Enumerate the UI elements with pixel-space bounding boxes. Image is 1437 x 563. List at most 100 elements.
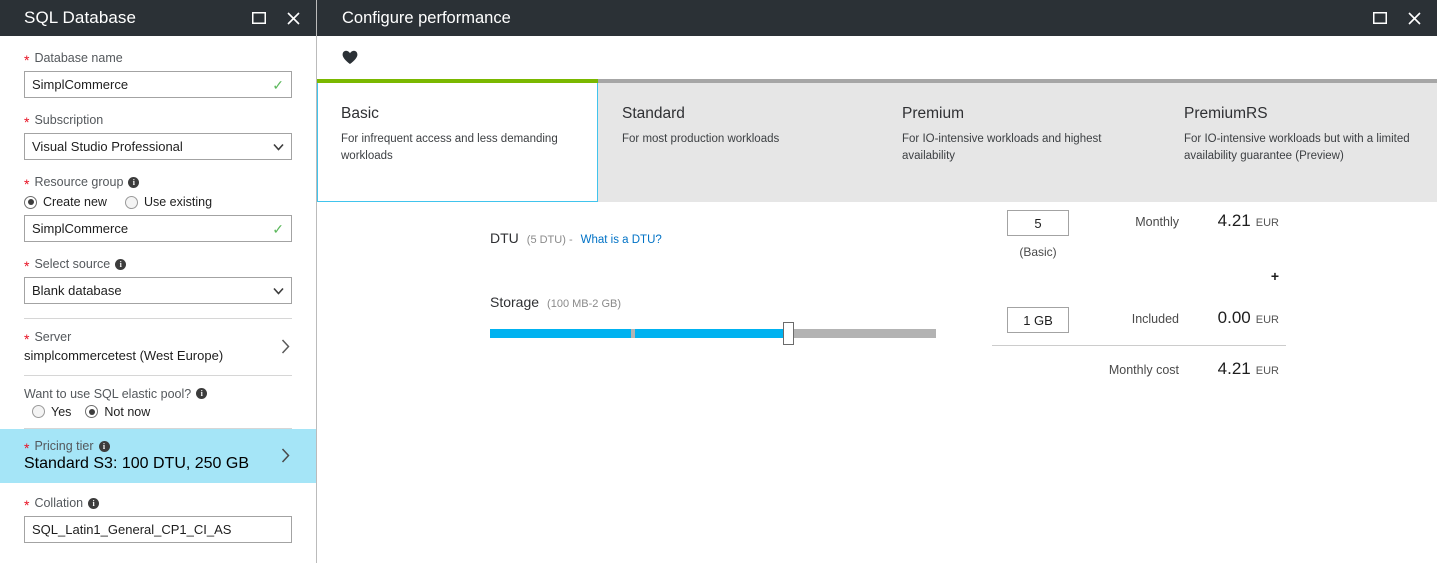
- required-asterisk: *: [24, 114, 30, 130]
- sql-database-form: * Database name SimplCommerce ✓ * Subscr…: [0, 50, 316, 544]
- select-source-label: * Select source i: [24, 256, 292, 274]
- elastic-pool-radio-group: Yes Not now: [32, 404, 292, 421]
- storage-slider[interactable]: [490, 322, 936, 345]
- chevron-right-icon: [281, 339, 290, 354]
- pricing-tier-label: * Pricing tier i: [24, 438, 249, 457]
- resource-group-value: SimplCommerce: [32, 221, 129, 236]
- radio-elastic-yes[interactable]: Yes: [32, 404, 71, 421]
- pricing-tier-row[interactable]: * Pricing tier i Standard S3: 100 DTU, 2…: [0, 429, 316, 484]
- valid-check-icon: ✓: [272, 76, 284, 93]
- tab-standard[interactable]: Standard For most production workloads: [598, 79, 878, 202]
- collation-label-text: Collation: [34, 496, 84, 511]
- radio-elastic-yes-label: Yes: [51, 404, 72, 419]
- database-name-label-text: Database name: [34, 51, 123, 65]
- info-icon[interactable]: i: [196, 388, 208, 400]
- configure-performance-header: Configure performance: [317, 0, 1437, 36]
- chevron-down-icon: [273, 143, 284, 150]
- required-asterisk: *: [24, 497, 30, 514]
- total-row: Monthly cost 4.21 EUR: [992, 358, 1292, 379]
- tab-premiumrs-label: PremiumRS: [1184, 105, 1268, 122]
- dtu-label-row: DTU (5 DTU) - What is a DTU?: [490, 230, 960, 246]
- maximize-icon[interactable]: [244, 3, 274, 33]
- what-is-a-dtu-link[interactable]: What is a DTU?: [581, 234, 662, 246]
- favorites-bar: [317, 36, 1437, 79]
- server-value: simplcommercetest (West Europe): [24, 348, 224, 363]
- radio-create-new[interactable]: Create new: [24, 195, 107, 209]
- radio-indicator-selected: [85, 405, 99, 419]
- dtu-title: DTU: [490, 230, 519, 246]
- database-name-input[interactable]: SimplCommerce ✓: [24, 71, 292, 98]
- collation-input[interactable]: SQL_Latin1_General_CP1_CI_AS: [24, 516, 292, 544]
- maximize-icon[interactable]: [1365, 3, 1395, 33]
- resource-group-field: * Resource group i Create new Use existi…: [0, 174, 316, 242]
- right-window-controls: [1365, 0, 1429, 36]
- elastic-pool-label-text: Want to use SQL elastic pool?: [24, 386, 192, 401]
- tab-premium-desc: For IO-intensive workloads and highest a…: [902, 133, 1102, 162]
- performance-config-area: DTU (5 DTU) - What is a DTU? Storage (10…: [317, 202, 1437, 378]
- subscription-field: * Subscription Visual Studio Professiona…: [0, 112, 316, 160]
- total-divider: [992, 345, 1286, 346]
- server-row[interactable]: * Server simplcommercetest (West Europe): [24, 318, 292, 375]
- required-asterisk: *: [24, 258, 30, 274]
- tab-premium[interactable]: Premium For IO-intensive workloads and h…: [878, 79, 1160, 202]
- storage-currency: EUR: [1255, 314, 1279, 326]
- storage-slider-thumb[interactable]: [783, 322, 794, 345]
- subscription-label: * Subscription: [24, 112, 292, 130]
- resource-group-input[interactable]: SimplCommerce ✓: [24, 215, 292, 242]
- required-asterisk: *: [24, 440, 30, 457]
- pricing-summary: 5 (Basic) Monthly 4.21 EUR + 1 GB Includ…: [992, 210, 1292, 379]
- plus-symbol: +: [1270, 268, 1279, 284]
- select-source-value: Blank database: [32, 283, 122, 298]
- dtu-section: DTU (5 DTU) - What is a DTU?: [490, 230, 960, 246]
- tab-premiumrs[interactable]: PremiumRS For IO-intensive workloads but…: [1160, 79, 1437, 202]
- storage-input[interactable]: 1 GB: [1007, 307, 1069, 333]
- chevron-down-icon: [273, 287, 284, 294]
- tab-standard-label: Standard: [622, 105, 685, 122]
- tab-basic[interactable]: Basic For infrequent access and less dem…: [317, 79, 598, 202]
- monthly-cost-value: 4.21: [1217, 359, 1251, 378]
- dtu-tier-note: (Basic): [1019, 245, 1057, 259]
- info-icon[interactable]: i: [128, 176, 140, 188]
- sql-database-blade-header: SQL Database: [0, 0, 316, 36]
- pricing-tier-label-text: Pricing tier: [34, 439, 94, 454]
- info-icon[interactable]: i: [115, 258, 127, 270]
- info-icon[interactable]: i: [88, 497, 100, 509]
- pricing-tier-text: * Pricing tier i Standard S3: 100 DTU, 2…: [24, 438, 249, 473]
- required-asterisk: *: [24, 52, 30, 68]
- page-title: SQL Database: [24, 8, 137, 27]
- radio-use-existing[interactable]: Use existing: [124, 195, 213, 209]
- dtu-amount: 4.21 EUR: [1179, 210, 1279, 231]
- radio-use-existing-label: Use existing: [143, 195, 213, 209]
- sql-database-blade: SQL Database * Database name SimplCommer…: [0, 0, 317, 563]
- dtu-range: (5 DTU) -: [526, 234, 573, 246]
- monthly-cost-label: Monthly cost: [1108, 363, 1179, 377]
- close-icon[interactable]: [278, 3, 308, 33]
- storage-range: (100 MB-2 GB): [547, 298, 622, 310]
- close-icon[interactable]: [1399, 3, 1429, 33]
- tab-premiumrs-desc: For IO-intensive workloads but with a li…: [1184, 133, 1410, 162]
- plus-row: +: [992, 267, 1292, 284]
- storage-title: Storage: [490, 294, 540, 310]
- storage-label-row: Storage (100 MB-2 GB): [490, 294, 960, 310]
- elastic-pool-label: Want to use SQL elastic pool? i: [24, 386, 292, 402]
- pricing-tier-tabs: Basic For infrequent access and less dem…: [317, 79, 1437, 202]
- database-name-value: SimplCommerce: [32, 77, 129, 92]
- elastic-pool-text: Want to use SQL elastic pool? i Yes Not …: [24, 386, 292, 421]
- configure-performance-blade: Configure performance Basic For infreque…: [317, 0, 1437, 563]
- dtu-input[interactable]: 5: [1007, 210, 1069, 236]
- left-window-controls: [244, 0, 308, 36]
- database-name-label: * Database name: [24, 50, 292, 68]
- collation-label: * Collation i: [24, 495, 292, 514]
- radio-elastic-not-now-label: Not now: [104, 404, 151, 419]
- elastic-pool-row: Want to use SQL elastic pool? i Yes Not …: [24, 374, 292, 429]
- tab-basic-desc: For infrequent access and less demanding…: [341, 133, 558, 162]
- subscription-select[interactable]: Visual Studio Professional: [24, 133, 292, 160]
- info-icon[interactable]: i: [98, 440, 110, 452]
- collation-field: * Collation i SQL_Latin1_General_CP1_CI_…: [0, 495, 316, 544]
- radio-elastic-not-now[interactable]: Not now: [85, 404, 150, 421]
- collation-value: SQL_Latin1_General_CP1_CI_AS: [32, 522, 232, 538]
- subscription-label-text: Subscription: [34, 113, 104, 127]
- valid-check-icon: ✓: [272, 220, 284, 237]
- select-source-select[interactable]: Blank database: [24, 277, 292, 304]
- heart-icon[interactable]: [342, 50, 358, 65]
